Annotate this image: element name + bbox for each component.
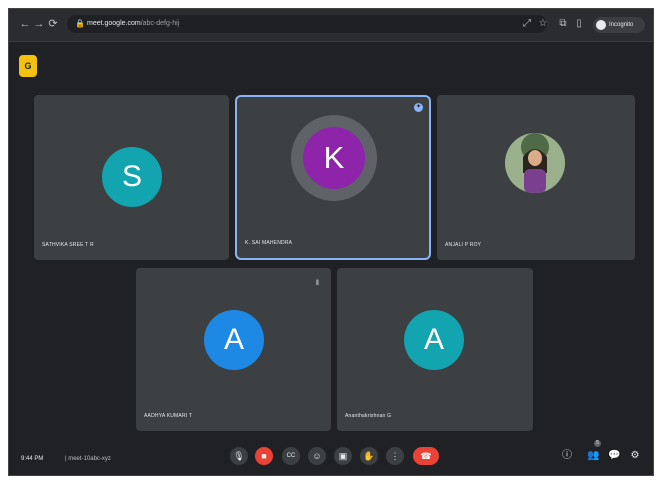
people-icon[interactable]: 👥 <box>587 449 599 463</box>
raise-hand-button[interactable]: ✋ <box>360 447 378 465</box>
browser-toolbar: ← → ⟳ 🔒 meet.google.com/abc-defg-hij ⤢ ☆… <box>9 9 653 42</box>
captions-button[interactable]: CC <box>282 447 300 465</box>
meet-app-badge[interactable]: G <box>19 55 37 77</box>
more-options-button[interactable]: ⋮ <box>386 447 404 465</box>
browser-window: ← → ⟳ 🔒 meet.google.com/abc-defg-hij ⤢ ☆… <box>8 8 654 476</box>
hangup-button[interactable]: ☎ <box>413 447 439 465</box>
avatar: S <box>102 147 162 207</box>
meeting-time: 9:44 PM <box>21 456 44 462</box>
avatar: A <box>204 310 264 370</box>
present-button[interactable]: ▣ <box>334 447 352 465</box>
url-host: meet.google.com <box>87 20 141 27</box>
forward-icon[interactable]: → <box>33 18 45 30</box>
avatar: K <box>303 127 365 189</box>
extension-icon[interactable]: ⧉ <box>557 17 569 31</box>
mic-off-icon: ǁ <box>316 280 319 287</box>
star-icon[interactable]: ☆ <box>537 17 549 31</box>
participant-name: SATHVIKA SREE T R <box>42 242 94 248</box>
cast-icon[interactable]: ⤢ <box>521 17 533 31</box>
url-path: /abc-defg-hij <box>140 20 180 27</box>
participant-tile[interactable]: ANJALI P ROY <box>437 95 635 260</box>
back-icon[interactable]: ← <box>19 18 31 30</box>
participant-tile[interactable]: ǁ A AADHYA KUMARI T <box>136 268 331 431</box>
people-count-badge: 5 <box>594 440 601 447</box>
sidebar-icon[interactable]: ▯ <box>573 17 585 31</box>
profile-label: Incognito <box>609 22 634 28</box>
emoji-button[interactable]: ☺ <box>308 447 326 465</box>
profile-photo-icon <box>505 133 565 193</box>
lock-icon: 🔒 <box>75 19 85 28</box>
participant-tile-active[interactable]: K ✦ K. SAI MAHENDRA <box>235 95 431 260</box>
camera-button[interactable]: ■ <box>255 447 273 465</box>
participant-tile[interactable]: S SATHVIKA SREE T R <box>34 95 229 260</box>
participant-name: ANJALI P ROY <box>445 242 482 248</box>
participant-name: Ananthakrishnan G <box>345 413 392 419</box>
avatar: A <box>404 310 464 370</box>
avatar-photo <box>505 133 565 193</box>
activities-icon[interactable]: ⚙ <box>629 449 641 463</box>
participant-name: AADHYA KUMARI T <box>144 413 193 419</box>
participant-tile[interactable]: A Ananthakrishnan G <box>337 268 533 431</box>
meeting-code: | meet-10abc-xyz <box>65 456 111 462</box>
chat-icon[interactable]: 💬 <box>608 449 620 463</box>
pin-icon[interactable]: ✦ <box>414 103 423 112</box>
reload-icon[interactable]: ⟳ <box>47 18 59 30</box>
address-bar[interactable]: 🔒 meet.google.com/abc-defg-hij <box>67 15 547 33</box>
profile-button[interactable]: Incognito <box>593 17 645 33</box>
mic-button[interactable]: 🎙 <box>230 447 248 465</box>
address-url: meet.google.com/abc-defg-hij <box>87 15 179 33</box>
participant-name: K. SAI MAHENDRA <box>245 240 293 246</box>
profile-avatar <box>596 20 606 30</box>
info-icon[interactable]: ⓘ <box>561 449 573 463</box>
